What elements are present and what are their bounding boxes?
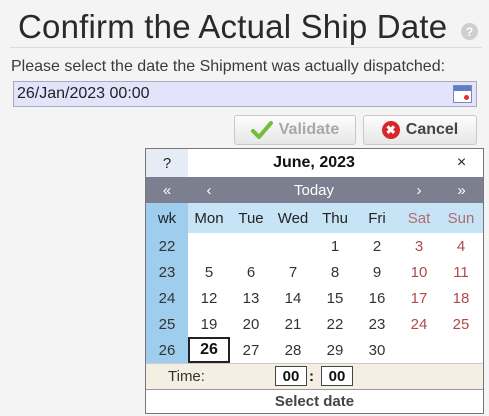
- prev-year-button[interactable]: «: [146, 177, 188, 203]
- day-cell[interactable]: 4: [440, 233, 482, 259]
- week-number-header: wk: [146, 203, 188, 233]
- validate-label: Validate: [278, 121, 340, 138]
- cancel-button[interactable]: ✖ Cancel: [363, 115, 477, 145]
- week-number: 25: [158, 315, 176, 333]
- weekday-header-thu: Thu: [322, 209, 348, 227]
- weekday-header-row: wk Mon Tue Wed Thu Fri Sat Sun: [146, 203, 483, 233]
- time-separator: :: [309, 368, 314, 385]
- week-number: 24: [158, 289, 176, 307]
- day-cell[interactable]: 24: [398, 311, 440, 337]
- select-date-footer[interactable]: Select date: [146, 389, 483, 413]
- ship-date-input[interactable]: [17, 84, 437, 104]
- calendar-days-grid: 22 1 2 3 4 23 5 6 7 8 9 10 11 24 12 13 14 15 16 17 18 25 19 20 2…: [146, 233, 483, 363]
- cancel-label: Cancel: [405, 121, 459, 138]
- weekday-header-fri: Fri: [368, 209, 386, 227]
- weekday-header-sat: Sat: [407, 209, 431, 227]
- ship-date-field[interactable]: [13, 81, 477, 107]
- validate-button[interactable]: Validate: [234, 115, 356, 145]
- day-cell[interactable]: 29: [314, 337, 356, 363]
- day-cell[interactable]: 22: [314, 311, 356, 337]
- day-cell[interactable]: 8: [314, 259, 356, 285]
- day-cell[interactable]: 23: [356, 311, 398, 337]
- time-label: Time:: [168, 368, 205, 385]
- day-cell[interactable]: 30: [356, 337, 398, 363]
- day-cell[interactable]: 28: [272, 337, 314, 363]
- day-cell[interactable]: 11: [440, 259, 482, 285]
- day-cell[interactable]: 9: [356, 259, 398, 285]
- day-cell[interactable]: 21: [272, 311, 314, 337]
- day-cell[interactable]: 6: [230, 259, 272, 285]
- calendar-nav-bar: « ‹ Today › »: [146, 177, 483, 203]
- next-year-button[interactable]: »: [440, 177, 483, 203]
- date-prompt: Please select the date the Shipment was …: [11, 58, 446, 75]
- calendar-titlebar: ? June, 2023 ×: [146, 149, 483, 177]
- day-cell[interactable]: 2: [356, 233, 398, 259]
- week-number: 26: [158, 341, 176, 359]
- day-cell[interactable]: 27: [230, 337, 272, 363]
- day-cell[interactable]: 5: [188, 259, 230, 285]
- calendar-help-button[interactable]: ?: [146, 149, 188, 177]
- day-cell[interactable]: 20: [230, 311, 272, 337]
- weekday-header-wed: Wed: [277, 209, 309, 227]
- cancel-icon: ✖: [381, 121, 400, 139]
- time-row: Time: 00 : 00: [146, 363, 483, 389]
- day-cell[interactable]: 7: [272, 259, 314, 285]
- calendar-icon[interactable]: [453, 85, 472, 103]
- calendar-close-button[interactable]: ×: [440, 149, 483, 177]
- prev-month-button[interactable]: ‹: [188, 177, 230, 203]
- weekday-header-mon: Mon: [194, 209, 224, 227]
- day-cell[interactable]: 15: [314, 285, 356, 311]
- week-number: 22: [158, 237, 176, 255]
- day-cell[interactable]: 10: [398, 259, 440, 285]
- day-cell[interactable]: 16: [356, 285, 398, 311]
- hours-field[interactable]: 00: [275, 366, 307, 386]
- weekday-header-sun: Sun: [447, 209, 475, 227]
- day-cell[interactable]: 3: [398, 233, 440, 259]
- weekday-header-tue: Tue: [238, 209, 264, 227]
- week-number: 23: [158, 263, 176, 281]
- day-cell[interactable]: 18: [440, 285, 482, 311]
- minutes-field[interactable]: 00: [321, 366, 353, 386]
- day-cell[interactable]: 12: [188, 285, 230, 311]
- title-divider: [10, 47, 482, 48]
- day-cell[interactable]: 13: [230, 285, 272, 311]
- date-picker-popup: ? June, 2023 × « ‹ Today › » wk Mon Tue Wed…: [145, 148, 484, 414]
- day-cell[interactable]: 1: [314, 233, 356, 259]
- page-title: Confirm the Actual Ship Date: [18, 8, 448, 45]
- today-button[interactable]: Today: [230, 177, 398, 203]
- day-cell[interactable]: 19: [188, 311, 230, 337]
- day-cell[interactable]: 14: [272, 285, 314, 311]
- selected-day-cell[interactable]: 26: [188, 337, 230, 363]
- day-cell[interactable]: 25: [440, 311, 482, 337]
- help-icon[interactable]: ?: [461, 23, 478, 40]
- day-cell[interactable]: 17: [398, 285, 440, 311]
- next-month-button[interactable]: ›: [398, 177, 440, 203]
- check-icon: [250, 121, 273, 139]
- calendar-month-title: June, 2023: [273, 154, 355, 171]
